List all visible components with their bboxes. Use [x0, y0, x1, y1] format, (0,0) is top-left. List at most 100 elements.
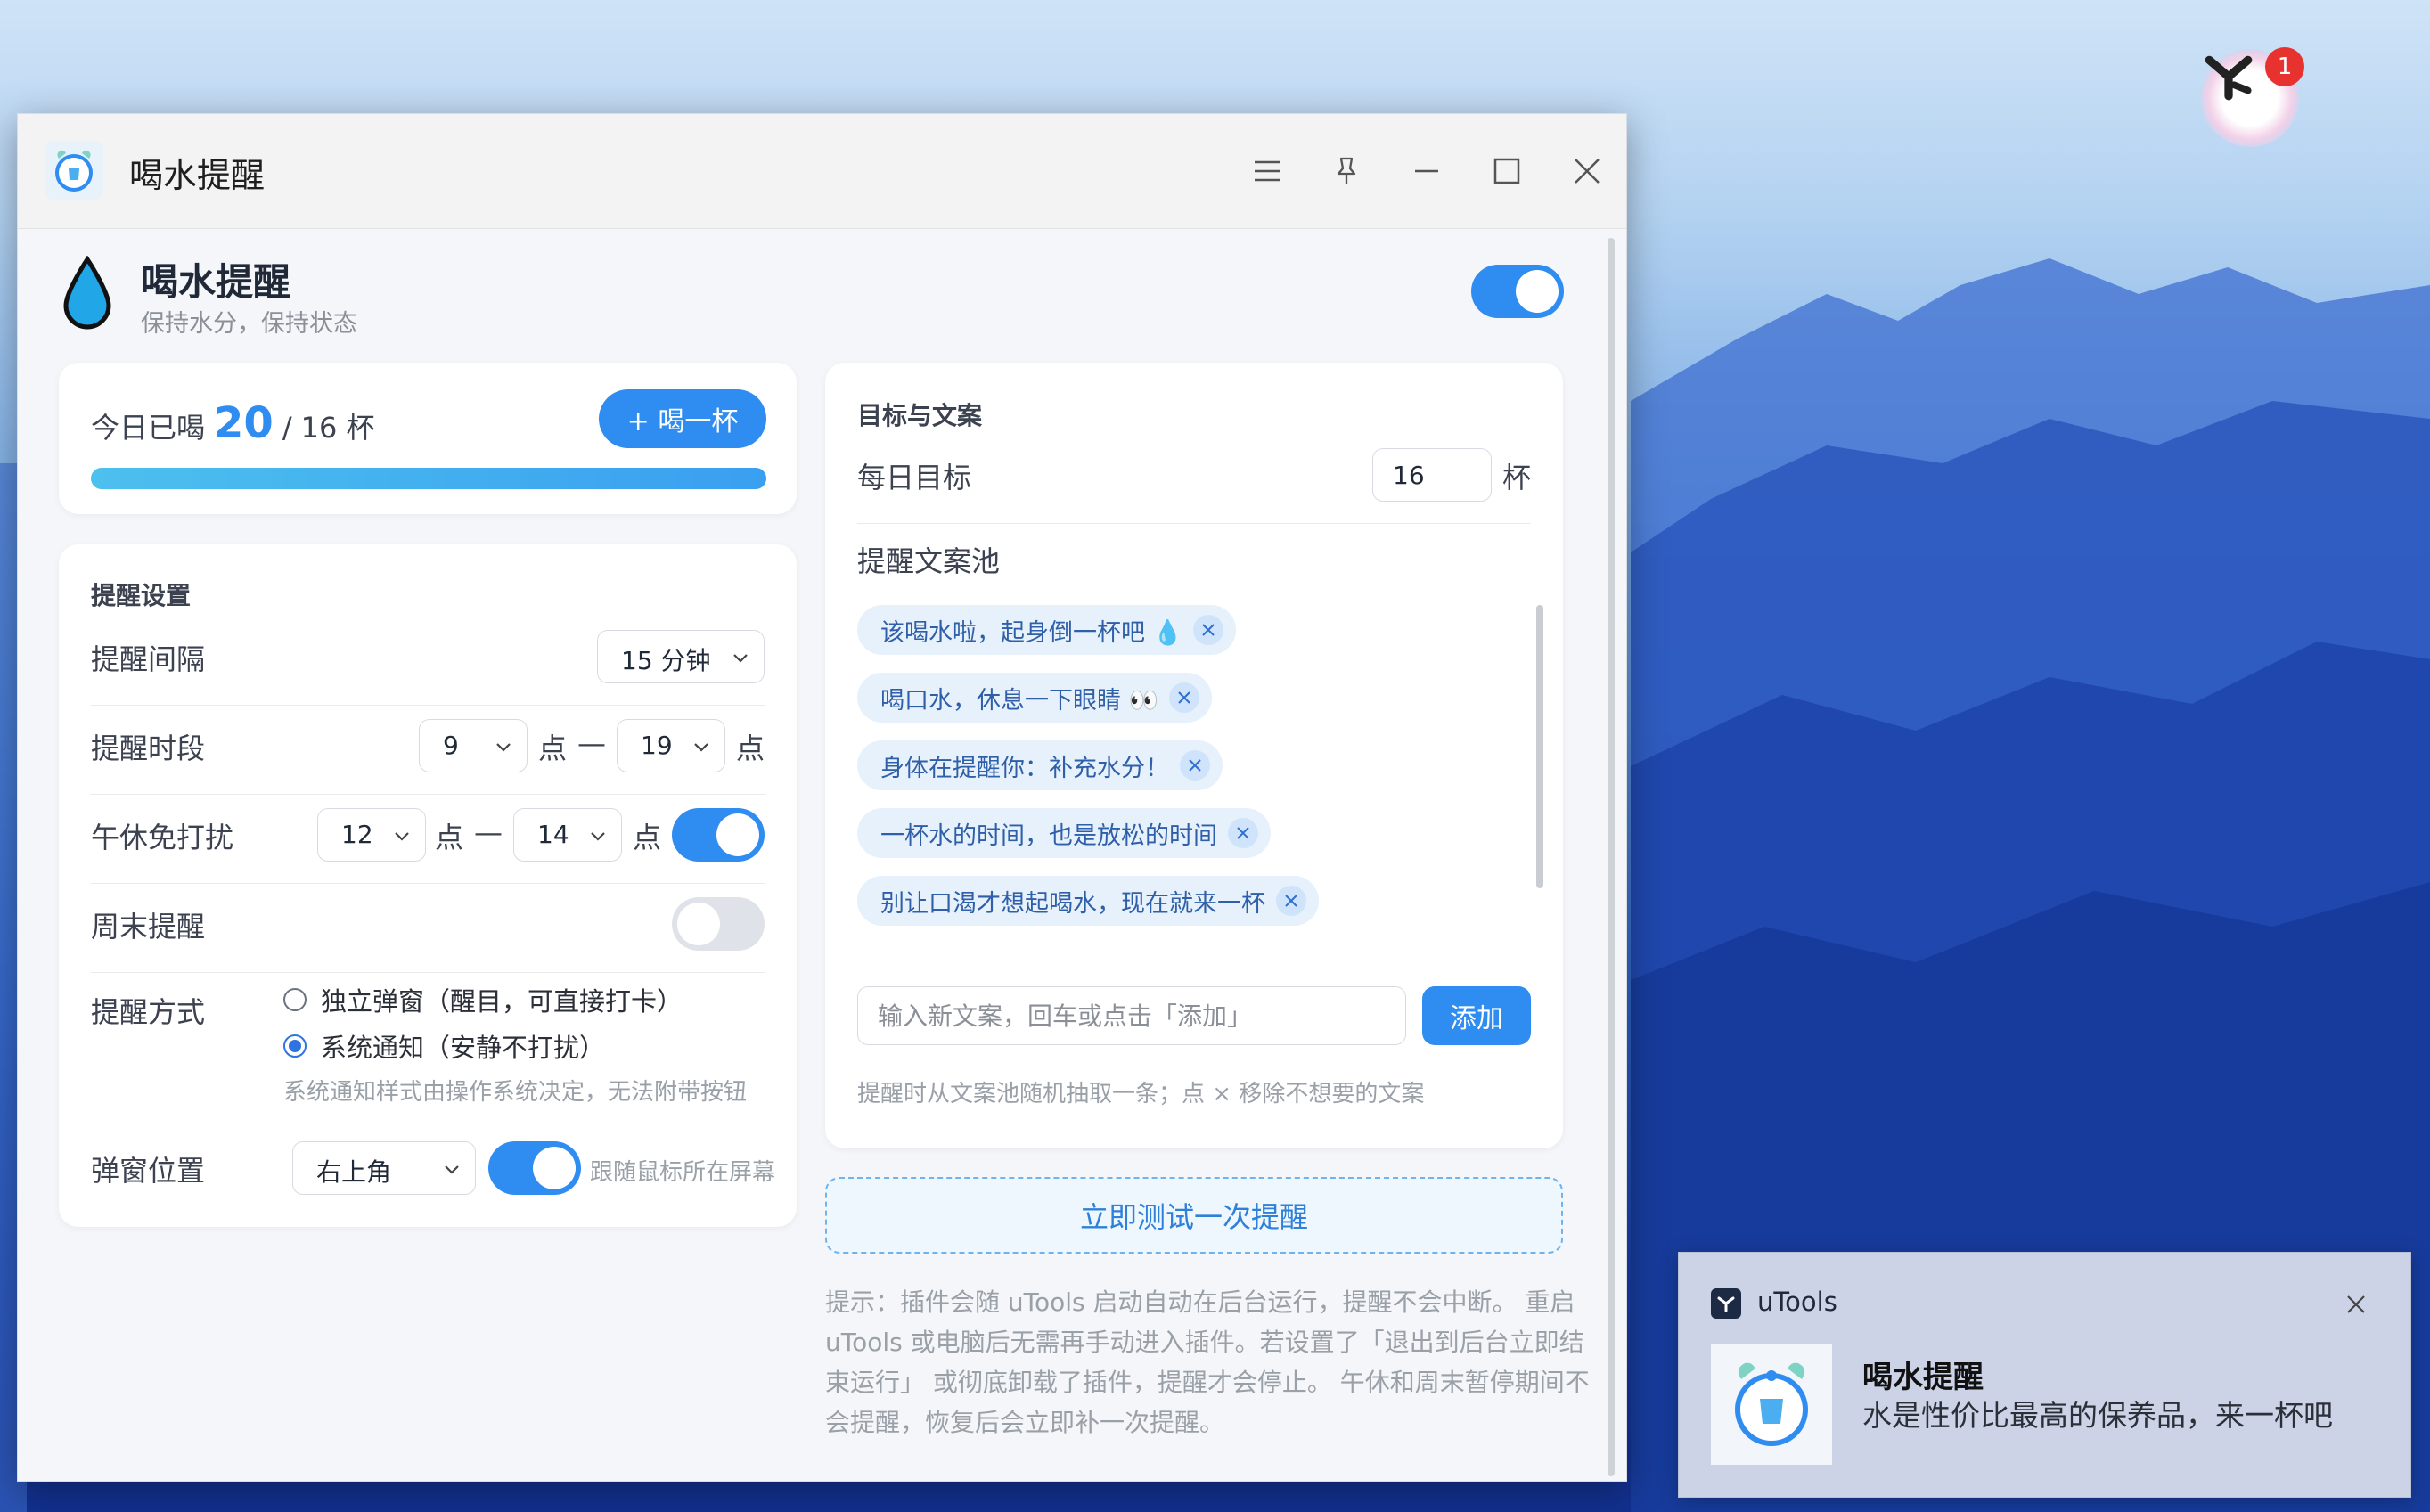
- hamburger-menu-icon: [1255, 160, 1280, 182]
- today-count-line: 今日已喝 20 / 16 杯: [91, 398, 375, 448]
- chevron-down-icon: [694, 743, 708, 752]
- new-message-field[interactable]: [858, 987, 1405, 1044]
- toggle-knob: [716, 813, 759, 856]
- close-icon: [1285, 895, 1297, 907]
- daily-goal-label: 每日目标: [857, 461, 972, 494]
- method-notification-radio[interactable]: [283, 1034, 307, 1058]
- main-content: 喝水提醒 保持水分，保持状态 今日已喝 20 / 16 杯 + 喝一杯 提醒设置…: [18, 229, 1626, 1481]
- close-button[interactable]: [1562, 146, 1612, 196]
- remove-message-button[interactable]: [1228, 818, 1258, 848]
- remove-message-button[interactable]: [1180, 750, 1210, 781]
- method-popup-text: 独立弹窗（醒目，可直接打卡）: [321, 986, 683, 1017]
- alarm-clock-water-icon: [1735, 1362, 1808, 1446]
- add-message-button[interactable]: 添加: [1422, 986, 1531, 1045]
- message-chip: 一杯水的时间，也是放松的时间: [857, 808, 1271, 858]
- message-chip-text: 喝口水，休息一下眼睛 👀: [880, 686, 1159, 715]
- interval-label: 提醒间隔: [91, 642, 206, 676]
- close-icon: [2347, 1295, 2365, 1313]
- tips-text: 提示：插件会随 uTools 启动自动在后台运行，提醒不会中断。 重启 uTool…: [825, 1282, 1590, 1443]
- method-label: 提醒方式: [91, 995, 206, 1029]
- pin-icon: [1337, 157, 1356, 184]
- content-scrollbar[interactable]: [1608, 238, 1615, 1476]
- test-reminder-button[interactable]: 立即测试一次提醒: [825, 1177, 1563, 1254]
- menu-button[interactable]: [1242, 146, 1292, 196]
- interval-select[interactable]: 15 分钟: [597, 630, 765, 683]
- goals-card: 目标与文案 每日目标 杯 提醒文案池 该喝水啦，起身倒一杯吧 💧 喝口水，休息一下…: [825, 363, 1563, 1148]
- method-notification-text: 系统通知（安静不打扰）: [321, 1033, 606, 1063]
- follow-mouse-toggle[interactable]: [488, 1141, 581, 1195]
- nap-start-select[interactable]: 12: [317, 808, 426, 862]
- period-label: 提醒时段: [91, 731, 206, 765]
- notification-app-name: uTools: [1757, 1287, 1837, 1317]
- chevron-down-icon: [591, 832, 605, 841]
- drink-one-button[interactable]: + 喝一杯: [599, 389, 766, 448]
- plugin-title: 喝水提醒: [141, 260, 291, 304]
- close-icon: [1237, 827, 1249, 839]
- maximize-icon: [1493, 158, 1520, 184]
- goals-title: 目标与文案: [857, 401, 983, 430]
- divider: [91, 883, 765, 884]
- notification-close-button[interactable]: [2336, 1285, 2376, 1324]
- system-notification[interactable]: uTools 喝水提醒 水是性价比最高的保养品，来一杯吧: [1678, 1252, 2411, 1498]
- today-label: 今日已喝: [91, 411, 206, 445]
- period-end-select[interactable]: 19: [617, 719, 725, 772]
- title-bar[interactable]: 喝水提醒: [18, 114, 1626, 229]
- remove-message-button[interactable]: [1276, 886, 1306, 916]
- divider: [91, 972, 765, 973]
- period-start-select[interactable]: 9: [419, 719, 528, 772]
- maximize-button[interactable]: [1482, 146, 1532, 196]
- close-icon: [1575, 159, 1600, 184]
- message-chip: 喝口水，休息一下眼睛 👀: [857, 673, 1213, 723]
- nap-toggle[interactable]: [672, 808, 765, 862]
- toggle-knob: [533, 1147, 576, 1189]
- message-chip: 身体在提醒你：补充水分！: [857, 740, 1223, 790]
- divider: [91, 794, 765, 795]
- toggle-knob: [1516, 270, 1559, 313]
- nap-start-unit: 点: [435, 821, 464, 854]
- nap-label: 午休免打扰: [91, 821, 234, 854]
- daily-goal-input[interactable]: [1372, 448, 1492, 502]
- chevron-down-icon: [395, 832, 409, 841]
- period-end-unit: 点: [736, 731, 765, 765]
- close-icon: [1202, 624, 1215, 636]
- plugin-enable-toggle[interactable]: [1471, 265, 1564, 318]
- new-message-input[interactable]: [857, 986, 1406, 1045]
- pool-title: 提醒文案池: [857, 544, 1001, 578]
- pool-hint: 提醒时从文案池随机抽取一条；点 × 移除不想要的文案: [857, 1081, 1425, 1107]
- method-popup-radio[interactable]: [283, 988, 307, 1011]
- water-drop-icon: [61, 255, 114, 331]
- remove-message-button[interactable]: [1193, 615, 1224, 645]
- progress-track: [91, 468, 766, 489]
- nap-start-value: 12: [341, 820, 373, 849]
- daily-goal-field[interactable]: [1373, 449, 1491, 501]
- nap-dash: —: [474, 815, 503, 849]
- popup-position-value: 右上角: [316, 1157, 392, 1187]
- pin-button[interactable]: [1321, 146, 1371, 196]
- remove-message-button[interactable]: [1169, 682, 1200, 713]
- message-chip-text: 一杯水的时间，也是放松的时间: [880, 821, 1217, 850]
- minimize-button[interactable]: [1402, 146, 1452, 196]
- weekend-toggle[interactable]: [672, 897, 765, 951]
- message-chip-text: 该喝水啦，起身倒一杯吧 💧: [880, 618, 1183, 647]
- notification-title: 喝水提醒: [1862, 1360, 1984, 1395]
- alarm-clock-water-icon: [45, 141, 103, 200]
- period-dash: —: [577, 726, 606, 760]
- notification-app-icon: [1711, 1344, 1832, 1465]
- progress-fill: [91, 468, 766, 489]
- chevron-down-icon: [733, 654, 748, 663]
- popup-position-select[interactable]: 右上角: [292, 1141, 476, 1195]
- utools-logo-icon: [2205, 55, 2253, 101]
- nap-end-value: 14: [537, 820, 569, 849]
- today-progress-card: 今日已喝 20 / 16 杯 + 喝一杯: [59, 363, 797, 514]
- reminder-settings-card: 提醒设置 提醒间隔 15 分钟 提醒时段 9 点 — 19 点 午休免打扰 12…: [59, 544, 797, 1227]
- close-icon: [1189, 759, 1201, 772]
- chevron-down-icon: [496, 743, 511, 752]
- utools-small-icon: [1711, 1288, 1741, 1319]
- pool-scrollbar[interactable]: [1536, 605, 1543, 888]
- notification-badge: 1: [2265, 47, 2304, 86]
- nap-end-select[interactable]: 14: [513, 808, 622, 862]
- message-chip-text: 别让口渴才想起喝水，现在就来一杯: [880, 889, 1265, 918]
- notification-body: 水是性价比最高的保养品，来一杯吧: [1862, 1398, 2333, 1433]
- utools-desktop-icon[interactable]: 1: [2201, 47, 2304, 147]
- tip-line: uTools 或电脑后无需再手动进入插件。若设置了「退出到后台立即结: [825, 1328, 1584, 1357]
